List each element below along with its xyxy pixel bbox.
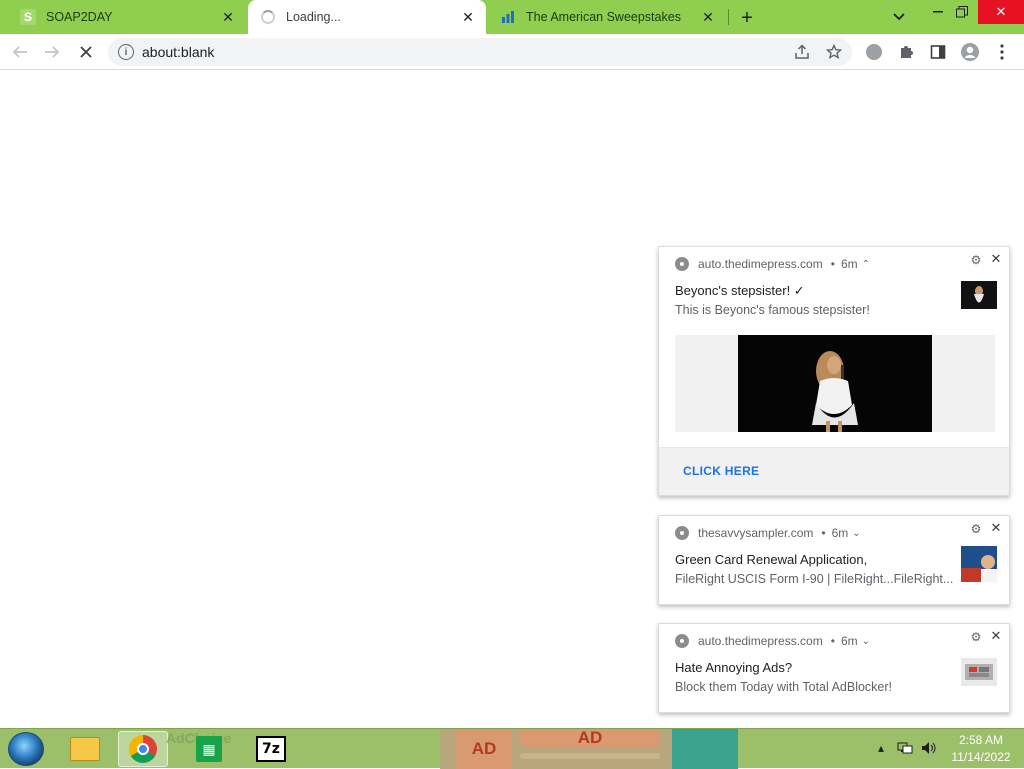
notification-age: 6m [840, 257, 858, 271]
ad-banner-left[interactable]: AD [456, 729, 512, 769]
tab-loading[interactable]: Loading... ✕ [248, 0, 486, 34]
bookmark-star-icon[interactable] [824, 42, 844, 62]
taskbar-app-file-explorer[interactable] [60, 731, 110, 767]
notification-message: FileRight USCIS Form I-90 | FileRight...… [675, 572, 954, 586]
notification-header: auto.thedimepress.com • 6m ⌃ [675, 257, 870, 271]
gear-icon[interactable]: ⚙ [969, 522, 983, 536]
show-hidden-icons-icon[interactable]: ▴ [872, 739, 890, 757]
tab-american-sweepstakes[interactable]: The American Sweepstakes ✕ [488, 0, 726, 34]
close-icon[interactable]: ✕ [989, 628, 1003, 643]
notification-title: Green Card Renewal Application, [675, 552, 868, 567]
notification-card[interactable]: auto.thedimepress.com • 6m ⌄ ⚙ ✕ Hate An… [658, 623, 1010, 713]
ad-label: AD [471, 739, 497, 758]
side-panel-icon[interactable] [926, 40, 950, 64]
notification-message: Block them Today with Total AdBlocker! [675, 680, 893, 694]
notification-hero-image [738, 335, 932, 432]
separator-dot: • [830, 257, 835, 271]
notification-source: auto.thedimepress.com [698, 634, 823, 648]
chrome-icon [675, 634, 689, 648]
notification-title: Hate Annoying Ads? [675, 660, 793, 675]
separator-dot: • [830, 634, 835, 648]
notification-source: auto.thedimepress.com [698, 257, 823, 271]
stop-loading-icon[interactable] [74, 40, 98, 64]
taskbar-app-google-chrome[interactable] [118, 731, 168, 767]
url-text[interactable]: about:blank [142, 44, 214, 60]
taskbar-app-7zip[interactable]: 7z [246, 731, 296, 767]
close-icon[interactable]: ✕ [989, 520, 1003, 535]
notification-header: auto.thedimepress.com • 6m ⌄ [675, 634, 870, 648]
notification-age: 6m [840, 634, 858, 648]
windows-taskbar: AdChoice ▦ 7z AD AD ▴ 2:58 AM 11/14/2022 [0, 728, 1024, 769]
chrome-icon [675, 257, 689, 271]
click-here-button[interactable]: CLICK HERE [683, 464, 759, 478]
notification-card[interactable]: thesavvysampler.com • 6m ⌄ ⚙ ✕ Green Car… [658, 515, 1010, 605]
notification-card[interactable]: auto.thedimepress.com • 6m ⌃ ⚙ ✕ Beyonc'… [658, 246, 1010, 496]
soap2day-favicon-icon: S [20, 9, 36, 25]
tab-title: Loading... [286, 10, 341, 24]
notification-thumbnail [961, 546, 997, 582]
profile-avatar-icon[interactable] [958, 40, 982, 64]
chevron-down-icon[interactable]: ⌄ [852, 528, 860, 539]
back-arrow-icon[interactable] [8, 40, 32, 64]
tab-soap2day[interactable]: S SOAP2DAY ✕ [8, 0, 246, 34]
volume-icon[interactable] [920, 739, 938, 757]
new-tab-button[interactable]: + [736, 7, 758, 29]
chevron-up-icon[interactable]: ⌃ [862, 259, 870, 270]
tab-strip: S SOAP2DAY ✕ Loading... ✕ The American S… [0, 0, 1024, 34]
clock-time: 2:58 AM [958, 733, 1004, 747]
notification-title: Beyonc's stepsister! ✓ [675, 283, 805, 298]
network-icon[interactable] [896, 739, 914, 757]
close-tab-icon[interactable]: ✕ [220, 9, 236, 25]
gear-icon[interactable]: ⚙ [969, 253, 983, 267]
ad-banner-teal [672, 729, 738, 769]
store-icon: ▦ [196, 736, 222, 762]
tab-title: The American Sweepstakes [526, 10, 681, 24]
start-button[interactable] [8, 732, 44, 766]
extensions-puzzle-icon[interactable] [894, 40, 918, 64]
chrome-icon [129, 735, 157, 763]
notification-source: thesavvysampler.com [698, 526, 814, 540]
loading-spinner-icon [260, 9, 276, 25]
address-bar[interactable]: i about:blank [108, 38, 852, 66]
chrome-icon [675, 526, 689, 540]
share-icon[interactable] [792, 42, 812, 62]
browser-toolbar: i about:blank [0, 34, 1024, 70]
close-window-button[interactable]: ✕ [978, 0, 1024, 24]
system-clock[interactable]: 2:58 AM 11/14/2022 [938, 729, 1024, 769]
close-tab-icon[interactable]: ✕ [460, 9, 476, 25]
tab-separator [728, 9, 729, 25]
browser-menu-icon[interactable] [990, 40, 1014, 64]
close-icon[interactable]: ✕ [989, 251, 1003, 266]
notification-thumbnail [961, 281, 997, 309]
extension-ghost-icon[interactable] [862, 40, 886, 64]
notification-message: This is Beyonc's famous stepsister! [675, 303, 870, 317]
tab-title: SOAP2DAY [46, 10, 113, 24]
notification-age: 6m [831, 526, 849, 540]
folder-icon [70, 737, 100, 761]
forward-arrow-icon[interactable] [40, 40, 64, 64]
ad-label: AD [577, 728, 603, 747]
notification-action-bar: CLICK HERE [659, 447, 1009, 495]
notification-header: thesavvysampler.com • 6m ⌄ [675, 526, 861, 540]
notification-thumbnail [961, 658, 997, 686]
site-info-icon[interactable]: i [118, 44, 134, 60]
notification-image-area [675, 335, 995, 432]
clock-date: 11/14/2022 [951, 750, 1011, 764]
sweepstakes-favicon-icon [500, 9, 516, 25]
restore-window-button[interactable] [946, 0, 978, 24]
taskbar-app-windows-store[interactable]: ▦ [184, 731, 234, 767]
tab-search-chevron-icon[interactable] [890, 8, 908, 26]
ad-bar [520, 753, 660, 759]
ad-banner-right[interactable]: AD [520, 728, 660, 747]
separator-dot: • [821, 526, 826, 540]
close-tab-icon[interactable]: ✕ [700, 9, 716, 25]
sevenzip-icon: 7z [256, 736, 286, 762]
chevron-down-icon[interactable]: ⌄ [862, 636, 870, 647]
gear-icon[interactable]: ⚙ [969, 630, 983, 644]
